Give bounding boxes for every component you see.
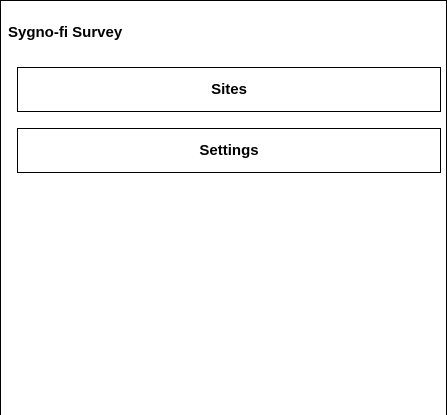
app-window: Sygno-fi Survey Sites Settings [0, 0, 447, 415]
app-title: Sygno-fi Survey [8, 24, 123, 41]
sites-button[interactable]: Sites [17, 67, 441, 112]
settings-button[interactable]: Settings [17, 128, 441, 173]
